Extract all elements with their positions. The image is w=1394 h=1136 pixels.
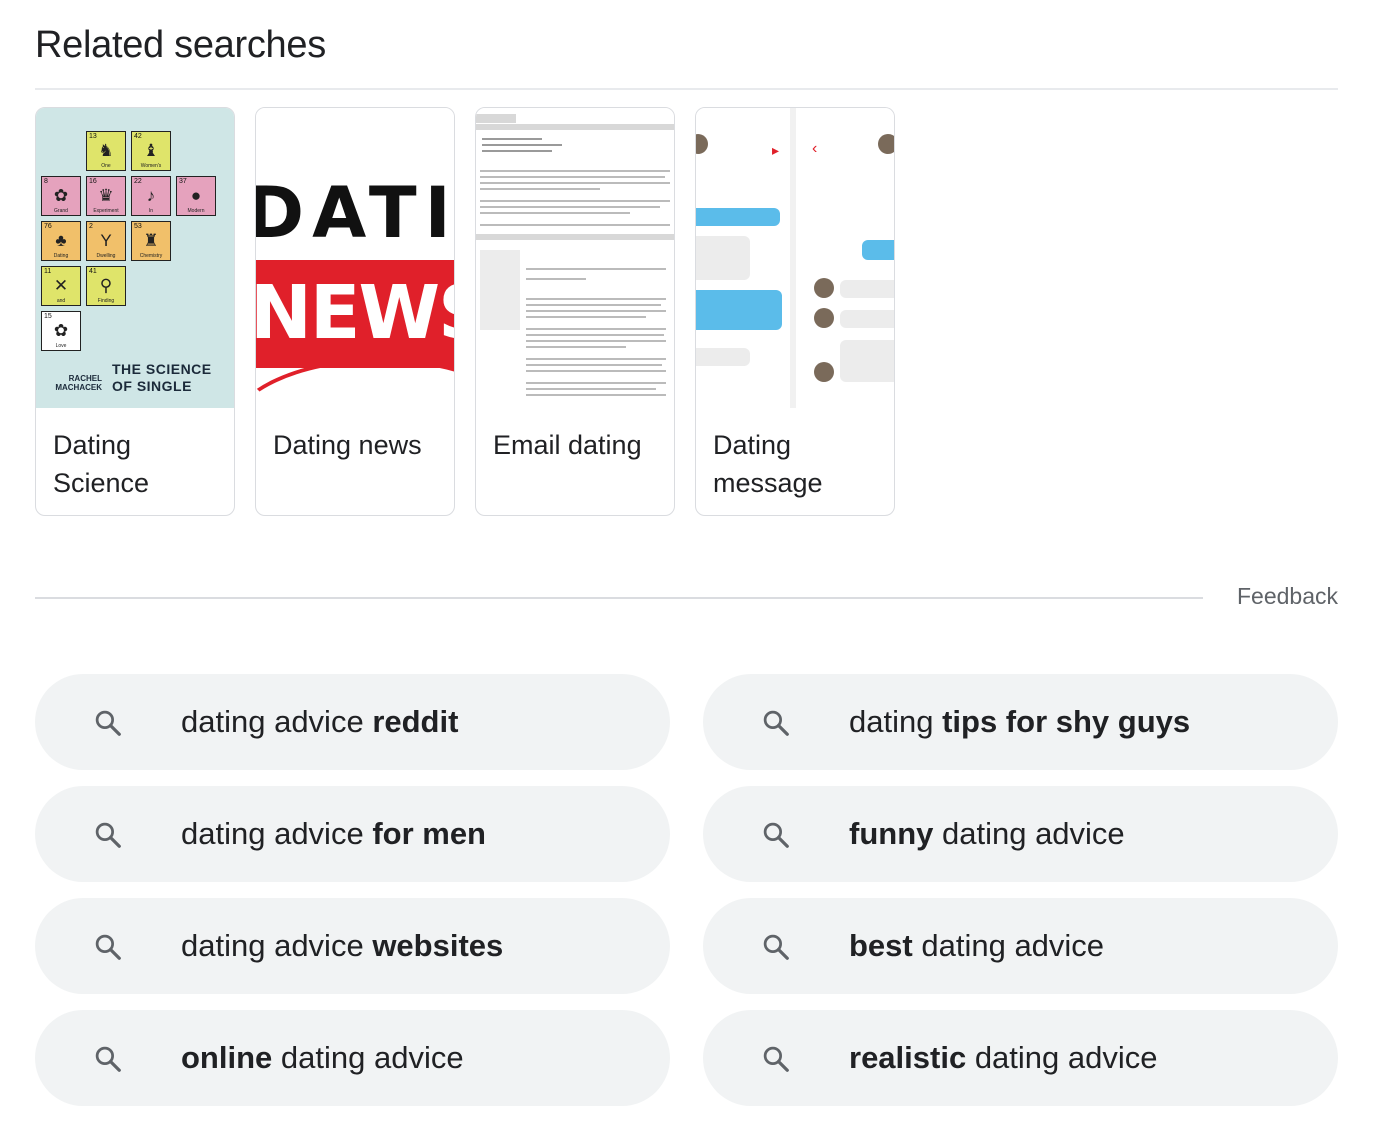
book-author: RACHEL MACHACEK [55,374,102,392]
card-label: Email dating [493,430,642,460]
book-title: THE SCIENCE OF SINGLE [112,361,212,394]
card-email-dating[interactable]: Email dating [475,107,675,516]
search-icon [93,820,123,850]
suggestion-text: dating advice reddit [181,704,459,739]
card-dating-science[interactable]: 13 ♞ One 42 ♝ Women's 8 ✿ Grand 16 ♛ Experiment … [35,107,235,516]
card-thumbnail: 13 ♞ One 42 ♝ Women's 8 ✿ Grand 16 ♛ Experiment … [36,108,234,408]
search-icon [93,1044,123,1074]
suggestion-text: online dating advice [181,1040,464,1075]
suggestion-text: dating tips for shy guys [849,704,1191,739]
search-icon [761,1044,791,1074]
card-thumbnail [476,108,674,408]
email-screenshot-image [476,108,674,408]
book-cover-image: 13 ♞ One 42 ♝ Women's 8 ✿ Grand 16 ♛ Experiment … [36,108,234,408]
suggestion-text: dating advice for men [181,816,486,851]
card-thumbnail: ▸ ‹ [696,108,894,408]
search-icon [761,708,791,738]
suggestion-text: realistic dating advice [849,1040,1158,1075]
card-thumbnail: DATIN NEWS [256,108,454,408]
search-icon [93,708,123,738]
search-icon [761,820,791,850]
card-label: Dating news [273,430,422,460]
suggestion-text: dating advice websites [181,928,504,963]
search-suggestion-chip[interactable]: realistic dating advice [703,1010,1338,1106]
divider [35,88,1338,90]
news-logo-image: DATIN NEWS [256,108,454,408]
search-suggestion-chip[interactable]: dating tips for shy guys [703,674,1338,770]
search-suggestion-chip[interactable]: dating advice reddit [35,674,670,770]
card-dating-news[interactable]: DATIN NEWS Dating news [255,107,455,516]
search-icon [761,932,791,962]
suggestion-text: best dating advice [849,928,1105,963]
chat-screenshot-image: ▸ ‹ [696,108,894,408]
card-label: Dating Science [53,430,150,498]
card-label: Dating message [713,430,823,498]
card-dating-message[interactable]: ▸ ‹ Dating message [695,107,895,516]
search-suggestion-chip[interactable]: online dating advice [35,1010,670,1106]
feedback-link[interactable]: Feedback [1237,582,1338,610]
search-suggestion-chip[interactable]: dating advice websites [35,898,670,994]
search-suggestion-chip[interactable]: dating advice for men [35,786,670,882]
search-icon [93,932,123,962]
search-suggestion-chip[interactable]: best dating advice [703,898,1338,994]
suggestion-text: funny dating advice [849,816,1125,851]
search-suggestion-chip[interactable]: funny dating advice [703,786,1338,882]
section-title: Related searches [35,24,326,66]
feedback-divider [35,597,1203,599]
